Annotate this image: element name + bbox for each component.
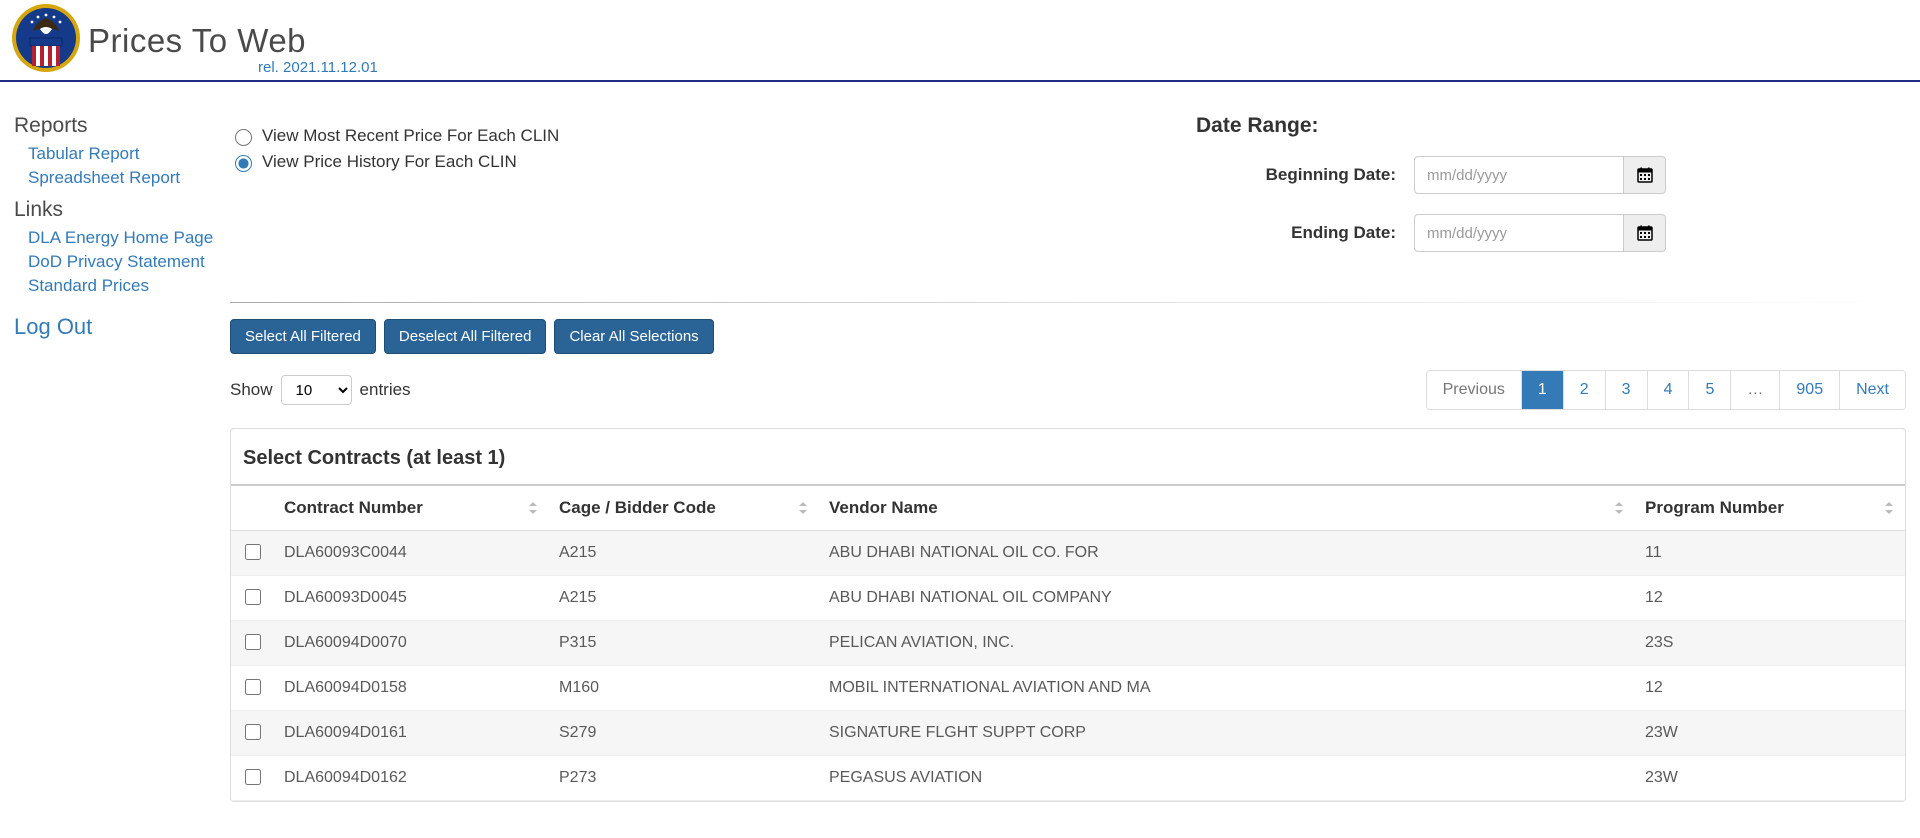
radio-label-view-recent: View Most Recent Price For Each CLIN xyxy=(262,126,559,146)
sidebar: Reports Tabular Report Spreadsheet Repor… xyxy=(0,114,230,340)
cell-vendor: ABU DHABI NATIONAL OIL COMPANY xyxy=(819,576,1635,621)
radio-view-recent[interactable]: View Most Recent Price For Each CLIN xyxy=(230,126,559,146)
pagination-ellipsis: … xyxy=(1731,371,1780,409)
deselect-all-filtered-button[interactable]: Deselect All Filtered xyxy=(384,319,547,354)
col-header-vendor-label: Vendor Name xyxy=(829,498,938,517)
clear-all-selections-button[interactable]: Clear All Selections xyxy=(554,319,713,354)
sort-icon xyxy=(1883,500,1895,516)
beginning-date-input[interactable] xyxy=(1414,156,1624,194)
pagination-page-last[interactable]: 905 xyxy=(1780,371,1840,409)
agency-seal-icon xyxy=(10,2,82,74)
entries-select[interactable]: 10 xyxy=(281,375,352,405)
table-row: DLA60093D0045A215ABU DHABI NATIONAL OIL … xyxy=(231,576,1905,621)
calendar-icon xyxy=(1637,167,1653,183)
cell-contract: DLA60094D0070 xyxy=(274,621,549,666)
logout-link[interactable]: Log Out xyxy=(14,314,230,340)
sidebar-link-dla-energy[interactable]: DLA Energy Home Page xyxy=(28,226,230,250)
table-row: DLA60094D0162P273PEGASUS AVIATION23W xyxy=(231,756,1905,801)
sidebar-link-dod-privacy[interactable]: DoD Privacy Statement xyxy=(28,250,230,274)
cell-contract: DLA60093D0045 xyxy=(274,576,549,621)
divider xyxy=(230,302,1906,303)
beginning-date-label: Beginning Date: xyxy=(1196,165,1396,185)
cell-vendor: PELICAN AVIATION, INC. xyxy=(819,621,1635,666)
calendar-icon xyxy=(1637,225,1653,241)
sidebar-link-spreadsheet-report[interactable]: Spreadsheet Report xyxy=(28,166,230,190)
cell-cage: A215 xyxy=(549,531,819,576)
cell-program: 23S xyxy=(1635,621,1905,666)
sidebar-link-standard-prices[interactable]: Standard Prices xyxy=(28,274,230,298)
cell-contract: DLA60094D0162 xyxy=(274,756,549,801)
entries-entries-label: entries xyxy=(360,380,411,400)
ending-date-picker-button[interactable] xyxy=(1624,214,1666,252)
main-content: View Most Recent Price For Each CLIN Vie… xyxy=(230,114,1920,802)
col-header-cage[interactable]: Cage / Bidder Code xyxy=(549,485,819,531)
ending-date-label: Ending Date: xyxy=(1196,223,1396,243)
col-header-contract-label: Contract Number xyxy=(284,498,423,517)
pagination-page-4[interactable]: 4 xyxy=(1648,371,1690,409)
sort-icon xyxy=(527,500,539,516)
cell-cage: S279 xyxy=(549,711,819,756)
cell-program: 11 xyxy=(1635,531,1905,576)
row-select-checkbox[interactable] xyxy=(245,769,261,785)
cell-program: 12 xyxy=(1635,666,1905,711)
pagination-page-5[interactable]: 5 xyxy=(1689,371,1731,409)
app-header: Prices To Web rel. 2021.11.12.01 xyxy=(0,0,1920,82)
sort-icon xyxy=(797,500,809,516)
release-label: rel. 2021.11.12.01 xyxy=(258,59,378,76)
col-header-program-label: Program Number xyxy=(1645,498,1784,517)
col-header-cage-label: Cage / Bidder Code xyxy=(559,498,716,517)
sidebar-heading-links: Links xyxy=(14,198,230,222)
table-row: DLA60094D0161S279SIGNATURE FLGHT SUPPT C… xyxy=(231,711,1905,756)
pagination: Previous 1 2 3 4 5 … 905 Next xyxy=(1426,370,1906,410)
select-all-filtered-button[interactable]: Select All Filtered xyxy=(230,319,376,354)
col-header-vendor[interactable]: Vendor Name xyxy=(819,485,1635,531)
contracts-table: Contract Number Cage / Bidder Code Vendo… xyxy=(231,484,1905,801)
cell-program: 23W xyxy=(1635,711,1905,756)
pagination-page-1[interactable]: 1 xyxy=(1522,371,1564,409)
cell-vendor: PEGASUS AVIATION xyxy=(819,756,1635,801)
table-row: DLA60094D0070P315PELICAN AVIATION, INC.2… xyxy=(231,621,1905,666)
col-header-program[interactable]: Program Number xyxy=(1635,485,1905,531)
cell-program: 23W xyxy=(1635,756,1905,801)
cell-vendor: SIGNATURE FLGHT SUPPT CORP xyxy=(819,711,1635,756)
row-select-checkbox[interactable] xyxy=(245,679,261,695)
beginning-date-picker-button[interactable] xyxy=(1624,156,1666,194)
contracts-panel-title: Select Contracts (at least 1) xyxy=(231,429,1905,484)
row-select-checkbox[interactable] xyxy=(245,589,261,605)
date-range-heading: Date Range: xyxy=(1196,114,1666,138)
ending-date-input[interactable] xyxy=(1414,214,1624,252)
cell-cage: M160 xyxy=(549,666,819,711)
contracts-panel: Select Contracts (at least 1) Contract N… xyxy=(230,428,1906,802)
row-select-checkbox[interactable] xyxy=(245,634,261,650)
cell-program: 12 xyxy=(1635,576,1905,621)
row-select-checkbox[interactable] xyxy=(245,724,261,740)
col-header-select xyxy=(231,485,274,531)
cell-vendor: MOBIL INTERNATIONAL AVIATION AND MA xyxy=(819,666,1635,711)
row-select-checkbox[interactable] xyxy=(245,544,261,560)
cell-contract: DLA60094D0161 xyxy=(274,711,549,756)
radio-input-view-recent[interactable] xyxy=(235,129,252,146)
cell-vendor: ABU DHABI NATIONAL OIL CO. FOR xyxy=(819,531,1635,576)
sidebar-heading-reports: Reports xyxy=(14,114,230,138)
table-row: DLA60094D0158M160MOBIL INTERNATIONAL AVI… xyxy=(231,666,1905,711)
radio-view-history[interactable]: View Price History For Each CLIN xyxy=(230,152,559,172)
cell-contract: DLA60094D0158 xyxy=(274,666,549,711)
radio-label-view-history: View Price History For Each CLIN xyxy=(262,152,517,172)
sidebar-link-tabular-report[interactable]: Tabular Report xyxy=(28,142,230,166)
pagination-page-2[interactable]: 2 xyxy=(1564,371,1606,409)
table-row: DLA60093C0044A215ABU DHABI NATIONAL OIL … xyxy=(231,531,1905,576)
view-mode-radio-group: View Most Recent Price For Each CLIN Vie… xyxy=(230,114,559,178)
cell-cage: A215 xyxy=(549,576,819,621)
col-header-contract[interactable]: Contract Number xyxy=(274,485,549,531)
cell-cage: P315 xyxy=(549,621,819,666)
pagination-next[interactable]: Next xyxy=(1840,371,1905,409)
radio-input-view-history[interactable] xyxy=(235,155,252,172)
pagination-previous[interactable]: Previous xyxy=(1427,371,1522,409)
cell-contract: DLA60093C0044 xyxy=(274,531,549,576)
page-title: Prices To Web xyxy=(88,22,306,60)
sort-icon xyxy=(1613,500,1625,516)
pagination-page-3[interactable]: 3 xyxy=(1606,371,1648,409)
cell-cage: P273 xyxy=(549,756,819,801)
entries-show-label: Show xyxy=(230,380,273,400)
